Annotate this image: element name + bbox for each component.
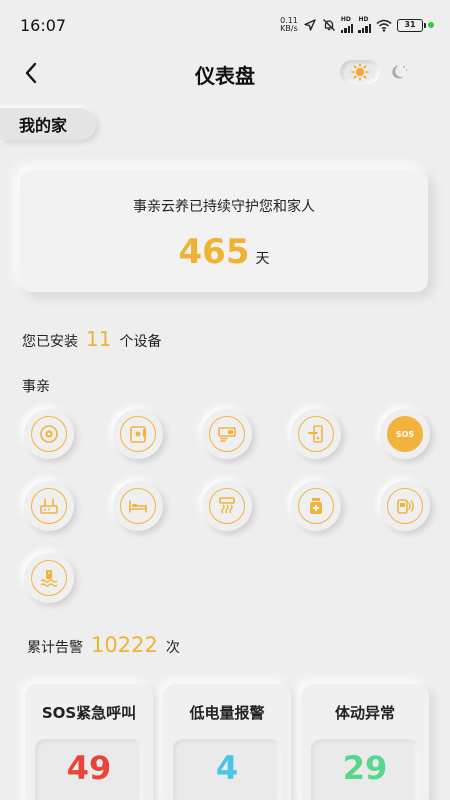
stat-card-body-movement[interactable]: 体动异常 29 — [301, 684, 429, 800]
installed-prefix: 您已安装 — [22, 334, 78, 350]
wifi-icon — [376, 19, 392, 32]
stat-label: 低电量报警 — [189, 704, 265, 722]
device-gas-detector[interactable] — [202, 409, 252, 459]
stat-value-box: 4 — [173, 739, 281, 800]
total-alarms-summary: 累计告警 10222 次 — [27, 633, 180, 657]
section-label: 事亲 — [22, 379, 50, 395]
stat-card-sos[interactable]: SOS紧急呼叫 49 — [25, 684, 153, 800]
device-sos-button[interactable]: SOS — [380, 409, 430, 459]
device-door-lock[interactable] — [291, 409, 341, 459]
guard-days-value: 465 — [178, 232, 250, 272]
stat-value: 49 — [66, 749, 112, 787]
location-arrow-icon — [303, 18, 317, 32]
stat-value-box: 29 — [311, 739, 419, 800]
installed-devices-summary: 您已安装 11 个设备 — [22, 327, 161, 351]
status-icons: 0.11 KB/s HD HD 31 — [280, 16, 434, 33]
smoke-detector-icon — [40, 425, 58, 443]
guard-days-card: 事亲云养已持续守护您和家人 465 天 — [20, 170, 428, 292]
medicine-box-icon — [310, 498, 322, 514]
gas-detector-icon — [218, 427, 236, 442]
battery-icon: 31 — [397, 18, 426, 32]
guard-days-row: 465 天 — [20, 232, 428, 272]
stat-card-low-battery[interactable]: 低电量报警 4 — [163, 684, 291, 800]
stat-value: 29 — [342, 749, 388, 787]
privacy-indicator-dot — [428, 22, 434, 28]
network-speed-unit: KB/s — [280, 24, 298, 33]
water-leak-sensor-icon — [40, 570, 58, 587]
door-lock-icon — [308, 425, 323, 443]
water-heater-icon — [219, 497, 235, 514]
device-smoke-detector[interactable] — [24, 409, 74, 459]
device-wearable-alarm[interactable] — [380, 481, 430, 531]
dark-mode-button[interactable] — [380, 60, 420, 84]
stat-label: SOS紧急呼叫 — [41, 704, 137, 722]
sun-icon — [351, 63, 369, 81]
alarms-prefix: 累计告警 — [27, 640, 83, 656]
device-water-heater[interactable] — [202, 481, 252, 531]
alarms-count: 10222 — [91, 633, 158, 657]
device-bed-sensor[interactable] — [113, 481, 163, 531]
stat-label: 体动异常 — [334, 704, 395, 722]
device-water-leak-sensor[interactable] — [24, 553, 74, 603]
guard-text: 事亲云养已持续守护您和家人 — [133, 199, 315, 215]
status-bar: 16:07 0.11 KB/s HD HD 31 — [0, 0, 450, 50]
hd-signal-icon: HD — [340, 16, 354, 33]
installed-count: 11 — [86, 327, 112, 351]
mute-bell-icon — [322, 18, 336, 32]
sos-button-icon: SOS — [395, 429, 415, 439]
device-gateway[interactable] — [24, 481, 74, 531]
guard-days-unit: 天 — [255, 251, 270, 267]
home-selector[interactable]: 我的家 — [0, 108, 96, 140]
installed-suffix: 个设备 — [119, 334, 162, 350]
hd-signal-icon: HD — [358, 16, 371, 33]
device-medicine-box[interactable] — [291, 481, 341, 531]
theme-toggle[interactable] — [340, 59, 422, 85]
bed-sensor-icon — [129, 500, 147, 513]
header: 仪表盘 — [0, 50, 450, 96]
gateway-router-icon — [40, 498, 58, 514]
device-door-sensor[interactable] — [113, 409, 163, 459]
moon-icon — [392, 65, 408, 79]
door-sensor-icon — [130, 426, 146, 443]
light-mode-button[interactable] — [340, 60, 380, 84]
wearable-alarm-icon — [397, 499, 414, 514]
stat-value: 4 — [215, 749, 239, 787]
network-speed: 0.11 KB/s — [280, 17, 298, 33]
alarms-suffix: 次 — [165, 640, 180, 656]
stat-value-box: 49 — [35, 739, 143, 800]
status-time: 16:07 — [20, 15, 67, 35]
